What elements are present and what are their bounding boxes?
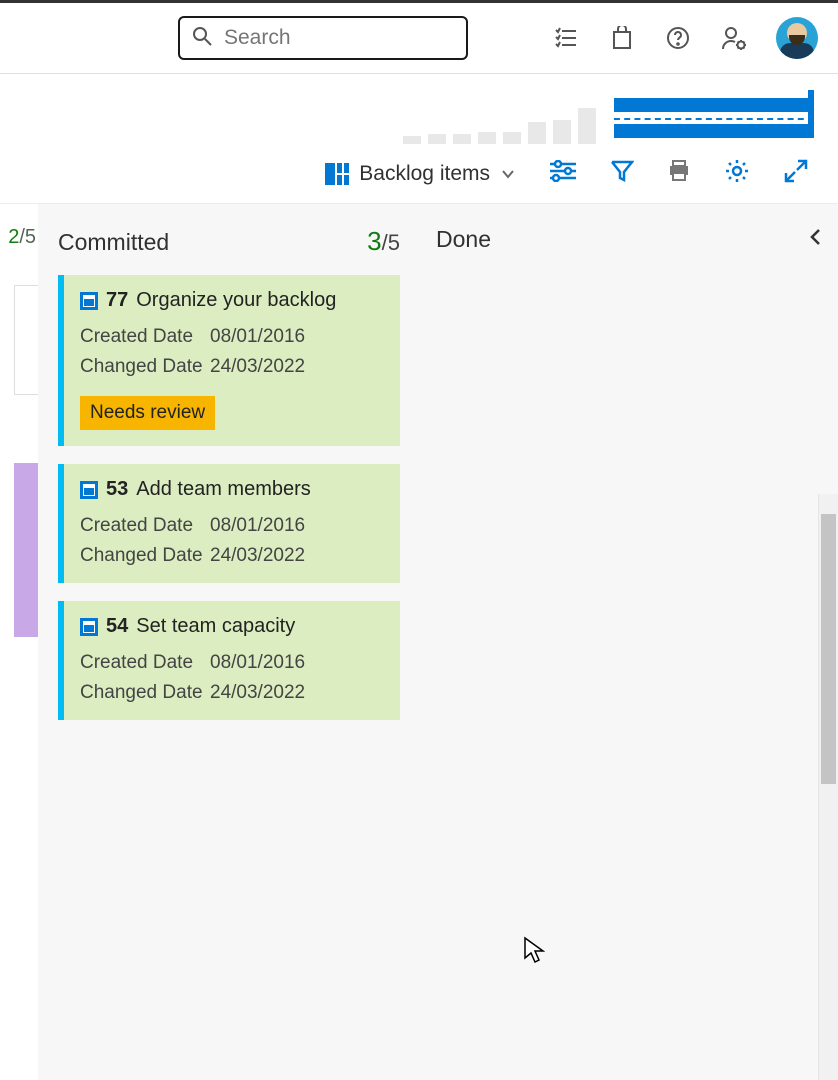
meta-label: Changed Date — [80, 682, 210, 704]
column-title: Done — [436, 226, 491, 253]
work-item-id: 54 — [106, 615, 128, 638]
chevron-down-icon — [500, 166, 516, 182]
expand-icon[interactable] — [784, 159, 808, 188]
meta-value: 24/03/2022 — [210, 545, 384, 567]
search-icon — [192, 26, 212, 51]
meta-value: 24/03/2022 — [210, 682, 384, 704]
meta-label: Created Date — [80, 326, 210, 348]
search-box[interactable] — [178, 16, 468, 60]
collapse-column-icon[interactable] — [808, 227, 822, 253]
work-item-card[interactable]: 77 Organize your backlog Created Date 08… — [58, 275, 400, 446]
column-committed: Committed 3/5 77 Organize your backlog C… — [42, 204, 420, 1080]
topbar — [0, 0, 838, 74]
scrollbar-thumb[interactable] — [821, 514, 836, 784]
user-settings-icon[interactable] — [720, 24, 748, 52]
work-item-icon — [80, 481, 98, 499]
column-count: 3/5 — [367, 226, 400, 257]
print-icon[interactable] — [668, 160, 690, 187]
tag[interactable]: Needs review — [80, 396, 215, 430]
scrollbar[interactable] — [818, 494, 838, 1080]
help-icon[interactable] — [664, 24, 692, 52]
cumulative-flow-chart[interactable] — [614, 90, 814, 144]
work-item-icon — [80, 618, 98, 636]
shopping-bag-icon[interactable] — [608, 24, 636, 52]
meta-label: Created Date — [80, 515, 210, 537]
meta-value: 08/01/2016 — [210, 326, 384, 348]
card-stub[interactable] — [14, 463, 38, 637]
board-toolbar: Backlog items — [0, 144, 838, 204]
gear-icon[interactable] — [724, 158, 750, 189]
filter-icon[interactable] — [610, 159, 634, 188]
work-item-title: Organize your backlog — [136, 289, 336, 312]
sliders-icon[interactable] — [550, 160, 576, 187]
work-item-card[interactable]: 53 Add team members Created Date 08/01/2… — [58, 464, 400, 583]
meta-value: 08/01/2016 — [210, 515, 384, 537]
meta-value: 08/01/2016 — [210, 652, 384, 674]
meta-label: Changed Date — [80, 356, 210, 378]
work-item-icon — [80, 292, 98, 310]
column-done: Done — [420, 204, 838, 1080]
search-input[interactable] — [224, 26, 495, 50]
column-title: Committed — [58, 229, 169, 256]
column-previous-partial: 2/5 — [0, 204, 42, 1080]
work-item-id: 77 — [106, 289, 128, 312]
checklist-icon[interactable] — [552, 24, 580, 52]
view-label: Backlog items — [359, 162, 490, 186]
work-item-title: Set team capacity — [136, 615, 295, 638]
view-selector[interactable]: Backlog items — [325, 162, 516, 186]
board: 2/5 Committed 3/5 77 Organize your backl… — [0, 204, 838, 1080]
meta-label: Changed Date — [80, 545, 210, 567]
avatar[interactable] — [776, 17, 818, 59]
meta-value: 24/03/2022 — [210, 356, 384, 378]
chart-zone — [0, 74, 838, 144]
card-stub[interactable] — [14, 285, 38, 395]
column-count: 2/5 — [8, 226, 36, 249]
work-item-card[interactable]: 54 Set team capacity Created Date 08/01/… — [58, 601, 400, 720]
mini-bar-chart — [403, 90, 596, 144]
meta-label: Created Date — [80, 652, 210, 674]
work-item-id: 53 — [106, 478, 128, 501]
work-item-title: Add team members — [136, 478, 311, 501]
